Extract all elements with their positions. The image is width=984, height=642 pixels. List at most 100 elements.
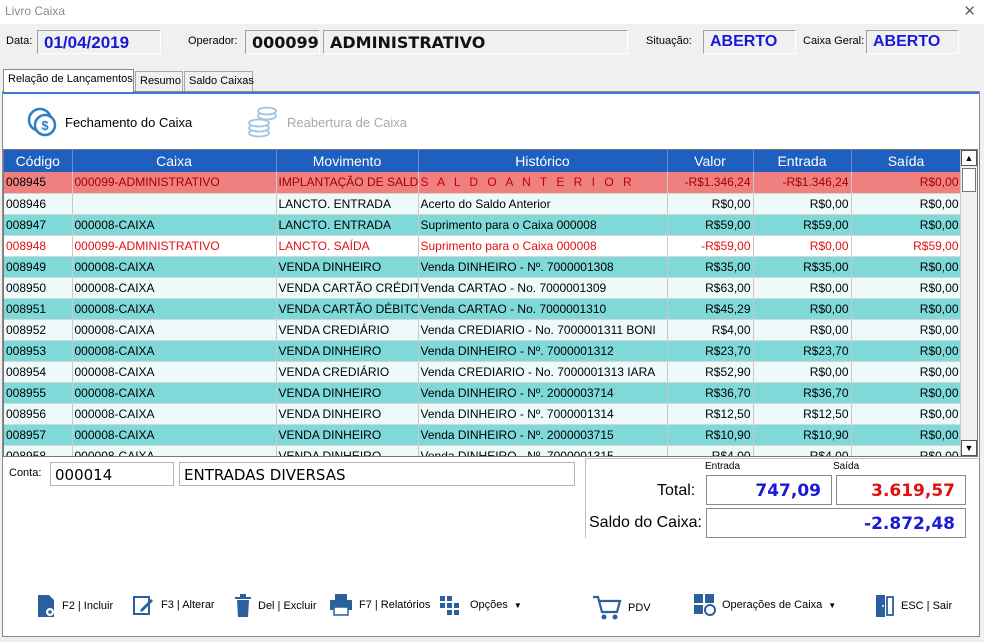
cell-entrada: R$0,00 (753, 193, 852, 215)
cell-historico: Venda CARTAO - No. 7000001309 (418, 277, 668, 299)
cell-movimento: VENDA DINHEIRO (276, 256, 419, 278)
pdv-label: PDV (628, 602, 651, 614)
data-field[interactable]: 01/04/2019 (37, 30, 161, 54)
col-header-valor[interactable]: Valor (667, 150, 754, 172)
cell-saida: R$0,00 (851, 382, 962, 404)
excluir-button[interactable]: Del | Excluir (234, 594, 316, 618)
total-label: Total: (657, 482, 696, 499)
col-header-saida[interactable]: Saída (851, 150, 962, 172)
cell-valor: R$45,29 (667, 298, 754, 320)
cell-codigo: 008946 (4, 193, 73, 215)
table-row[interactable]: 008945 000099-ADMINISTRATIVO IMPLANTAÇÃO D… (4, 172, 962, 194)
cell-historico: Venda DINHEIRO - Nº. 7000001312 (418, 340, 668, 362)
cell-entrada: R$0,00 (753, 298, 852, 320)
table-row[interactable]: 008951 000008-CAIXA VENDA CARTÃO DÉBITO Ven… (4, 298, 962, 320)
cell-valor: -R$59,00 (667, 235, 754, 257)
cell-codigo: 008947 (4, 214, 73, 236)
conta-code-field[interactable]: 000014 (50, 462, 174, 486)
cell-caixa: 000008-CAIXA (72, 424, 277, 446)
sair-label: ESC | Sair (901, 600, 953, 612)
cell-valor: R$4,00 (667, 445, 754, 456)
cell-valor: R$63,00 (667, 277, 754, 299)
new-document-icon (38, 595, 54, 617)
col-header-historico[interactable]: Histórico (418, 150, 668, 172)
cell-historico: Venda DINHEIRO - Nº. 2000003715 (418, 424, 668, 446)
cell-movimento: VENDA CREDIÁRIO (276, 319, 419, 341)
table-row[interactable]: 008954 000008-CAIXA VENDA CREDIÁRIO Venda C… (4, 361, 962, 383)
cell-caixa: 000008-CAIXA (72, 256, 277, 278)
chevron-down-icon: ▼ (513, 600, 522, 610)
incluir-label: F2 | Incluir (62, 600, 114, 612)
scroll-down-arrow-icon[interactable]: ▼ (961, 440, 977, 456)
table-row[interactable]: 008957 000008-CAIXA VENDA DINHEIRO Venda DI… (4, 424, 962, 446)
cell-entrada: R$35,00 (753, 256, 852, 278)
table-row[interactable]: 008946 LANCTO. ENTRADA Acerto do Saldo Ant… (4, 193, 962, 215)
lancamentos-grid[interactable]: Código Caixa Movimento Histórico Valor E… (3, 149, 978, 457)
table-row[interactable]: 008956 000008-CAIXA VENDA DINHEIRO Venda DI… (4, 403, 962, 425)
relatorios-button[interactable]: F7 | Relatórios (329, 594, 430, 616)
opcoes-dropdown[interactable]: Opções ▼ (440, 594, 522, 616)
cell-movimento: IMPLANTAÇÃO DE SALDO (276, 172, 419, 194)
close-icon[interactable]: ✕ (963, 2, 976, 20)
col-header-movimento[interactable]: Movimento (276, 150, 419, 172)
operacoes-caixa-dropdown[interactable]: Operações de Caixa ▼ (694, 594, 836, 616)
cell-historico: Venda CARTAO - No. 7000001310 (418, 298, 668, 320)
reabertura-caixa-label: Reabertura de Caixa (287, 114, 407, 130)
cell-codigo: 008957 (4, 424, 73, 446)
alterar-button[interactable]: F3 | Alterar (133, 594, 215, 616)
cell-movimento: VENDA CREDIÁRIO (276, 361, 419, 383)
cell-entrada: R$0,00 (753, 235, 852, 257)
cell-entrada: R$0,00 (753, 277, 852, 299)
opcoes-label: Opções (470, 599, 508, 611)
table-row[interactable]: 008955 000008-CAIXA VENDA DINHEIRO Venda DI… (4, 382, 962, 404)
saldo-caixa-label: Saldo do Caixa: (589, 514, 702, 531)
vertical-scrollbar[interactable]: ▲ ▼ (960, 150, 977, 456)
tab-resumo[interactable]: Resumo (135, 71, 183, 91)
cell-historico: Acerto do Saldo Anterior (418, 193, 668, 215)
situacao-label: Situação: (646, 35, 692, 47)
printer-icon (330, 594, 352, 616)
cell-codigo: 008954 (4, 361, 73, 383)
col-header-codigo[interactable]: Código (4, 150, 73, 172)
scroll-thumb[interactable] (962, 168, 976, 192)
tab-saldo-caixas[interactable]: Saldo Caixas (184, 71, 254, 91)
operador-code-field[interactable]: 000099 (245, 30, 320, 54)
cell-caixa: 000008-CAIXA (72, 403, 277, 425)
cell-codigo: 008956 (4, 403, 73, 425)
cell-codigo: 008951 (4, 298, 73, 320)
pdv-button[interactable]: PDV (592, 594, 651, 622)
tab-relacao-lancamentos[interactable]: Relação de Lançamentos (3, 69, 134, 92)
fechamento-caixa-button[interactable]: $ Fechamento do Caixa (27, 107, 192, 137)
panel-accent (3, 92, 979, 94)
cell-caixa: 000008-CAIXA (72, 214, 277, 236)
total-entrada-value: 747,09 (706, 475, 832, 505)
scroll-up-arrow-icon[interactable]: ▲ (961, 150, 977, 166)
table-row[interactable]: 008953 000008-CAIXA VENDA DINHEIRO Venda DI… (4, 340, 962, 362)
col-header-caixa[interactable]: Caixa (72, 150, 277, 172)
cell-movimento: VENDA DINHEIRO (276, 340, 419, 362)
table-row[interactable]: 008947 000008-CAIXA LANCTO. ENTRADA Suprime… (4, 214, 962, 236)
sair-button[interactable]: ESC | Sair (875, 594, 952, 618)
caixa-geral-field: ABERTO (866, 30, 959, 54)
table-row[interactable]: 008952 000008-CAIXA VENDA CREDIÁRIO Venda C… (4, 319, 962, 341)
reabertura-caixa-button[interactable]: Reabertura de Caixa (247, 105, 407, 139)
alterar-label: F3 | Alterar (161, 599, 215, 611)
cash-register-icon (694, 594, 716, 616)
cell-saida: R$0,00 (851, 403, 962, 425)
money-coin-icon: $ (27, 107, 57, 137)
table-row[interactable]: 008948 000099-ADMINISTRATIVO LANCTO. SAÍDA… (4, 235, 962, 257)
cell-movimento: LANCTO. SAÍDA (276, 235, 419, 257)
table-header-row: Código Caixa Movimento Histórico Valor E… (4, 150, 962, 172)
table-row[interactable]: 008950 000008-CAIXA VENDA CARTÃO CRÉDITO Ve… (4, 277, 962, 299)
incluir-button[interactable]: F2 | Incluir (36, 594, 113, 618)
table-row[interactable]: 008958 000008-CAIXA VENDA DINHEIRO Venda DI… (4, 445, 962, 456)
excluir-label: Del | Excluir (258, 600, 317, 612)
svg-text:$: $ (41, 118, 49, 133)
cell-caixa (72, 193, 277, 215)
cell-entrada: R$59,00 (753, 214, 852, 236)
col-header-entrada[interactable]: Entrada (753, 150, 852, 172)
cell-saida: R$0,00 (851, 445, 962, 456)
total-saida-value: 3.619,57 (836, 475, 966, 505)
cell-caixa: 000008-CAIXA (72, 445, 277, 456)
table-row[interactable]: 008949 000008-CAIXA VENDA DINHEIRO Venda DI… (4, 256, 962, 278)
